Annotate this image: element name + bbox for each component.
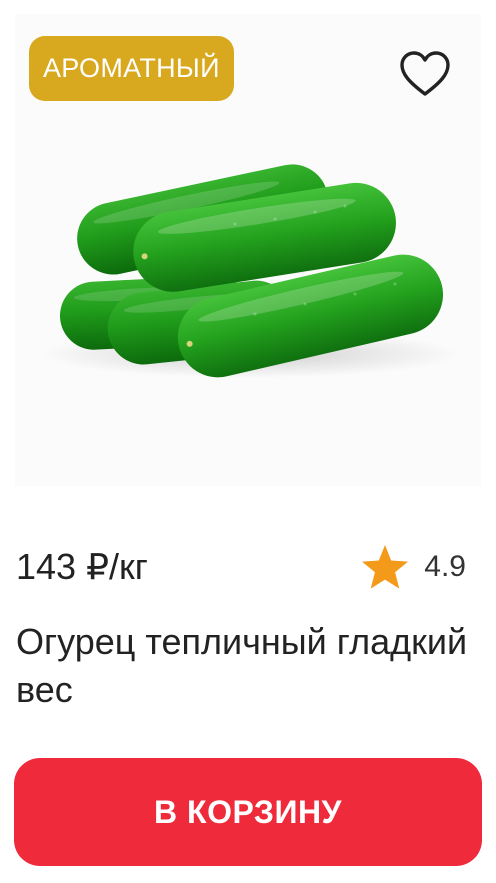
badge-label: АРОМАТНЫЙ: [43, 53, 220, 83]
add-to-cart-button[interactable]: В КОРЗИНУ: [14, 758, 482, 866]
product-rating: 4.9: [360, 542, 466, 592]
favorite-button[interactable]: [397, 48, 453, 100]
product-price: 143 ₽/кг: [16, 546, 148, 587]
star-icon: [362, 545, 409, 589]
rating-value: 4.9: [424, 550, 466, 583]
add-to-cart-label: В КОРЗИНУ: [154, 793, 342, 830]
heart-outline-icon: [400, 51, 450, 96]
product-badge: АРОМАТНЫЙ: [29, 36, 234, 101]
product-card: АРОМАТНЫЙ 143 ₽/кг 4.9 Огурец тепличный …: [0, 0, 496, 883]
product-title[interactable]: Огурец тепличный гладкий вес: [16, 618, 476, 714]
